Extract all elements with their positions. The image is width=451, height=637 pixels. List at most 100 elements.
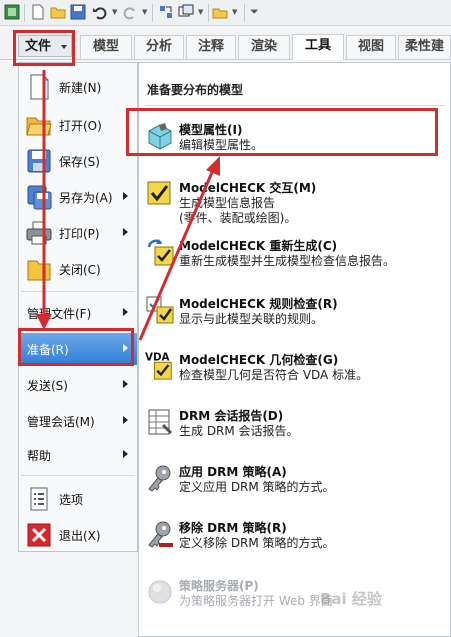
menu-item-manage-file[interactable]: 管理文件(F) xyxy=(19,297,137,329)
tab-render[interactable]: 渲染 xyxy=(238,35,290,59)
prepare-item-description: 编辑模型属性。 xyxy=(179,138,264,152)
menu-item-save[interactable]: 保存(S) xyxy=(19,145,137,177)
tab-view[interactable]: 视图 xyxy=(346,35,396,59)
chevron-down-icon xyxy=(61,45,67,49)
tab-tools[interactable]: 工具 xyxy=(292,34,344,60)
save-as-icon xyxy=(27,185,52,210)
prepare-item-modelcheck-interactive[interactable]: ModelCHECK 交互(M) 生成模型信息报告 (零件、装配或绘图)。 xyxy=(139,175,450,231)
prepare-item-title: 策略服务器(P) xyxy=(179,579,259,593)
save-disk-icon xyxy=(27,149,51,173)
menu-item-send[interactable]: 发送(S) xyxy=(19,369,137,401)
save-icon[interactable] xyxy=(70,4,86,20)
undo-icon[interactable] xyxy=(92,4,108,20)
prepare-item-policy-server[interactable]: 策略服务器(P) 为策略服务器打开 Web 界面 xyxy=(139,573,450,629)
menu-item-label: 发送(S) xyxy=(27,379,68,393)
vda-icon-text: VDA xyxy=(145,351,170,363)
regenerate-icon[interactable] xyxy=(158,4,174,20)
chevron-right-icon xyxy=(123,308,128,316)
prepare-item-model-properties[interactable]: 模型属性(I) 编辑模型属性。 xyxy=(139,117,450,173)
prepare-item-modelcheck-regenerate[interactable]: ModelCHECK 重新生成(C) 重新生成模型并生成模型检查信息报告。 xyxy=(139,233,450,289)
printer-icon xyxy=(26,221,52,245)
file-menu-button[interactable]: 文件 xyxy=(18,35,72,57)
drm-report-icon xyxy=(148,409,173,435)
chevron-right-icon xyxy=(123,450,128,458)
prepare-item-title: 移除 DRM 策略(R) xyxy=(179,521,287,535)
close-window-icon[interactable] xyxy=(212,4,228,20)
modelcheck-rules-icon xyxy=(146,296,174,324)
prepare-item-apply-drm-policy[interactable]: 应用 DRM 策略(A) 定义应用 DRM 策略的方式。 xyxy=(139,459,450,515)
menu-item-new[interactable]: 新建(N) xyxy=(19,71,137,103)
close-folder-icon xyxy=(27,260,51,281)
menu-item-close[interactable]: 关闭(C) xyxy=(19,253,137,285)
prepare-item-modelcheck-rules[interactable]: ModelCHECK 规则检查(R) 显示与此模型关联的规则。 xyxy=(139,291,450,347)
redo-icon[interactable] xyxy=(122,4,138,20)
menu-divider xyxy=(21,475,135,476)
prepare-item-description: 显示与此模型关联的规则。 xyxy=(179,312,324,326)
prepare-item-description: 定义移除 DRM 策略的方式。 xyxy=(179,536,335,550)
options-icon xyxy=(30,487,48,511)
menu-item-label: 管理文件(F) xyxy=(27,307,92,321)
menu-item-label: 关闭(C) xyxy=(59,263,101,277)
menu-item-prepare[interactable]: 准备(R) xyxy=(19,333,137,365)
menu-item-label: 另存为(A) xyxy=(59,191,113,205)
remove-drm-policy-icon xyxy=(148,521,173,548)
windows-dropdown-icon[interactable]: ▼ xyxy=(198,9,203,16)
menu-item-label: 帮助 xyxy=(27,449,52,463)
menu-item-label: 打印(P) xyxy=(59,227,100,241)
app-icon[interactable] xyxy=(4,4,20,20)
menu-item-label: 管理会话(M) xyxy=(27,415,95,429)
file-menu: 新建(N) 打开(O) 保存(S) 另存为(A) 打印(P) 关闭(C) 管理文… xyxy=(18,62,138,552)
prepare-item-title: ModelCHECK 几何检查(G) xyxy=(179,353,339,367)
menu-item-exit[interactable]: 退出(X) xyxy=(19,519,137,551)
menu-item-label: 打开(O) xyxy=(59,119,102,133)
quick-access-toolbar: ▼ ▼ ▼ ▼ ⏷ xyxy=(0,0,451,26)
tab-flexible-modeling[interactable]: 柔性建 xyxy=(398,35,451,59)
watermark: Bai 经验 xyxy=(320,590,382,608)
prepare-item-title: 应用 DRM 策略(A) xyxy=(179,465,287,479)
modelcheck-regenerate-icon xyxy=(147,239,174,266)
prepare-item-title: DRM 会话报告(D) xyxy=(179,409,284,423)
menu-item-label: 退出(X) xyxy=(59,529,101,543)
open-icon[interactable] xyxy=(50,4,66,20)
customize-icon[interactable]: ⏷ xyxy=(250,6,259,17)
submenu-title: 准备要分布的模型 xyxy=(147,83,244,97)
close-window-dropdown-icon[interactable]: ▼ xyxy=(232,9,237,16)
prepare-item-title: ModelCHECK 规则检查(R) xyxy=(179,297,338,311)
menu-item-manage-session[interactable]: 管理会话(M) xyxy=(19,405,137,437)
submenu-divider xyxy=(145,105,445,106)
prepare-item-description: 生成 DRM 会话报告。 xyxy=(179,424,299,438)
prepare-item-remove-drm-policy[interactable]: 移除 DRM 策略(R) 定义移除 DRM 策略的方式。 xyxy=(139,515,450,571)
new-document-icon xyxy=(30,74,49,100)
file-menu-label: 文件 xyxy=(25,39,52,54)
undo-dropdown-icon[interactable]: ▼ xyxy=(112,9,117,16)
prepare-item-drm-report[interactable]: DRM 会话报告(D) 生成 DRM 会话报告。 xyxy=(139,403,450,459)
menu-item-save-as[interactable]: 另存为(A) xyxy=(19,181,137,213)
menu-item-help[interactable]: 帮助 xyxy=(19,439,137,471)
menu-item-label: 准备(R) xyxy=(27,343,69,357)
menu-item-open[interactable]: 打开(O) xyxy=(19,109,137,141)
prepare-item-title: ModelCHECK 重新生成(C) xyxy=(179,239,338,253)
prepare-submenu: 准备要分布的模型 模型属性(I) 编辑模型属性。 ModelCHECK 交互(M… xyxy=(138,62,451,637)
model-properties-icon xyxy=(148,123,172,150)
menu-item-print[interactable]: 打印(P) xyxy=(19,217,137,249)
chevron-right-icon xyxy=(123,380,128,388)
tab-model[interactable]: 模型 xyxy=(80,35,132,59)
apply-drm-policy-icon xyxy=(148,465,171,492)
windows-icon[interactable] xyxy=(178,4,194,20)
chevron-right-icon xyxy=(123,192,128,200)
prepare-item-description: 生成模型信息报告 (零件、装配或绘图)。 xyxy=(179,196,297,225)
chevron-right-icon xyxy=(123,416,128,424)
chevron-right-icon xyxy=(123,228,128,236)
menu-item-label: 保存(S) xyxy=(59,155,100,169)
redo-dropdown-icon[interactable]: ▼ xyxy=(142,9,147,16)
vda-geometry-check-icon: VDA xyxy=(145,351,172,380)
exit-icon xyxy=(27,523,51,547)
new-icon[interactable] xyxy=(30,4,46,20)
menu-item-options[interactable]: 选项 xyxy=(19,483,137,515)
modelcheck-interactive-icon xyxy=(147,181,171,205)
prepare-item-modelcheck-geometry[interactable]: VDA ModelCHECK 几何检查(G) 检查模型几何是否符合 VDA 标准… xyxy=(139,347,450,403)
prepare-item-description: 定义应用 DRM 策略的方式。 xyxy=(179,480,335,494)
tab-analysis[interactable]: 分析 xyxy=(134,35,184,59)
prepare-item-description: 检查模型几何是否符合 VDA 标准。 xyxy=(179,368,369,382)
tab-annotate[interactable]: 注释 xyxy=(186,35,236,59)
